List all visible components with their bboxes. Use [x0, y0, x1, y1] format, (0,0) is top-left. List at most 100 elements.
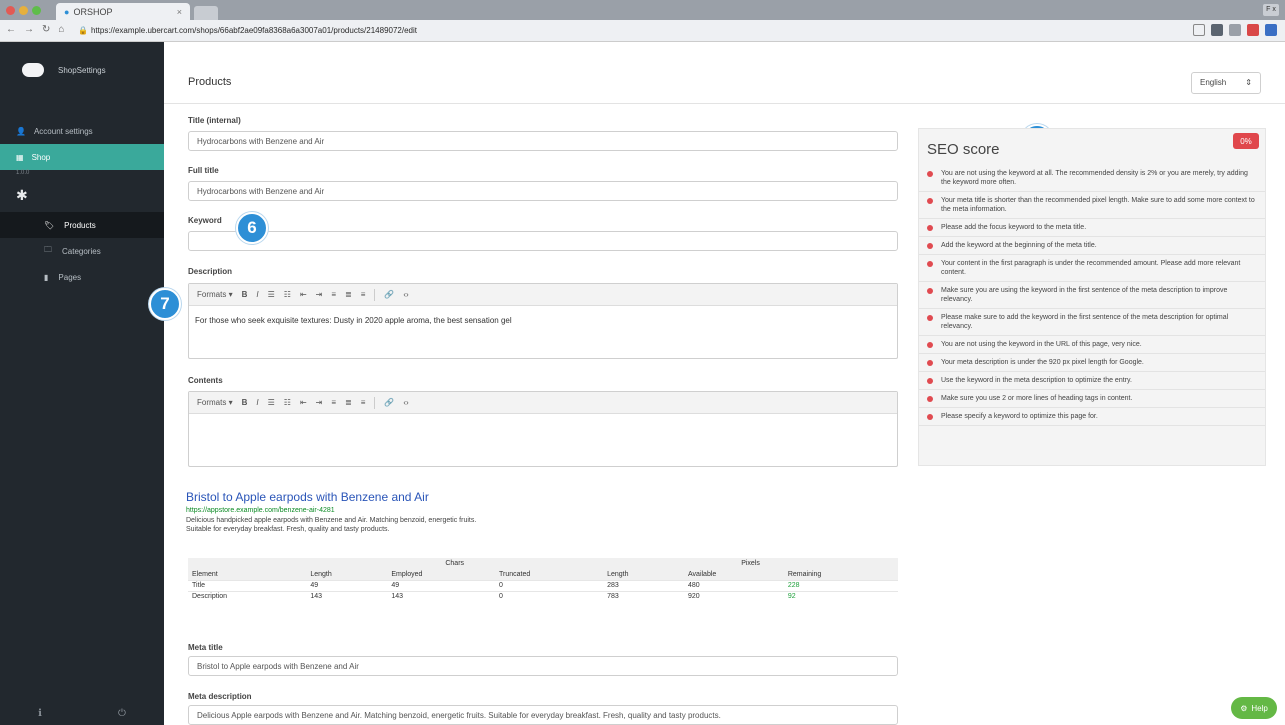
toolbar-separator — [374, 288, 376, 301]
forward-icon[interactable]: → — [24, 24, 34, 35]
description-text[interactable]: For those who seek exquisite textures: D… — [189, 306, 897, 335]
sidebar-item-label: Categories — [62, 246, 101, 256]
minimize-window-icon[interactable] — [19, 6, 28, 15]
align-center-icon[interactable]: ≣ — [345, 398, 352, 407]
indent-icon[interactable]: ⇥ — [316, 290, 323, 299]
shop-name[interactable]: ShopSettings — [58, 66, 106, 75]
align-left-icon[interactable]: ≡ — [331, 290, 336, 299]
italic-icon[interactable]: I — [256, 290, 258, 299]
extensions — [1193, 24, 1277, 36]
language-value: English — [1200, 78, 1227, 87]
extension-icon[interactable] — [1211, 24, 1223, 36]
url-text: https://example.ubercart.com/shops/66abf… — [90, 26, 417, 35]
link-icon[interactable]: 🔗 — [384, 290, 394, 299]
sidebar-item-pages[interactable]: ▮ Pages — [0, 264, 164, 290]
code-icon[interactable]: ‹› — [403, 290, 408, 299]
sidebar-item-shop[interactable]: ▦ Shop — [0, 144, 164, 170]
error-dot-icon — [927, 288, 933, 294]
meta-description-input[interactable]: Delicious Apple earpods with Benzene and… — [188, 705, 898, 725]
nav-controls: ← → ↻ ⌂ — [6, 24, 64, 35]
sidebar-item-account-settings[interactable]: 👤 Account settings — [0, 118, 164, 144]
window-control[interactable]: F x — [1263, 4, 1279, 16]
title-label: Title (internal) — [188, 116, 241, 125]
annotation-badge-7: 7 — [149, 288, 181, 320]
seo-score-badge: 0% — [1233, 133, 1259, 149]
extension-icon[interactable] — [1229, 24, 1241, 36]
align-right-icon[interactable]: ≡ — [361, 398, 366, 407]
table-cell: 143 — [391, 593, 403, 601]
sidebar-item-categories[interactable]: 🗀 Categories — [0, 238, 164, 264]
meta-title-input[interactable]: Bristol to Apple earpods with Benzene an… — [188, 656, 898, 676]
table-group-header: Chars Pixels — [188, 558, 898, 569]
indent-icon[interactable]: ⇥ — [316, 398, 323, 407]
bold-icon[interactable]: B — [242, 290, 248, 299]
close-tab-icon[interactable]: × — [177, 7, 182, 17]
outdent-icon[interactable]: ⇤ — [300, 290, 307, 299]
meta-title-label: Meta title — [188, 643, 223, 652]
keyword-label: Keyword — [188, 216, 222, 225]
reload-icon[interactable]: ↻ — [42, 24, 50, 35]
list-item: Make sure you are using the keyword in t… — [919, 282, 1265, 309]
link-icon[interactable]: 🔗 — [384, 398, 394, 407]
list-item: Your content in the first paragraph is u… — [919, 255, 1265, 282]
code-icon[interactable]: ‹› — [403, 398, 408, 407]
contents-text[interactable] — [189, 414, 897, 434]
help-icon: ⚙ — [1240, 703, 1248, 713]
numbered-list-icon[interactable]: ☷ — [284, 290, 291, 299]
star-icon[interactable]: ✱ — [0, 178, 164, 212]
maximize-window-icon[interactable] — [32, 6, 41, 15]
contents-label: Contents — [188, 376, 223, 385]
close-window-icon[interactable] — [6, 6, 15, 15]
table-cell: 143 — [310, 593, 323, 601]
error-dot-icon — [927, 360, 933, 366]
sidebar: ShopSettings 👤 Account settings ▦ Shop 1… — [0, 42, 164, 725]
table-cell: Title — [192, 582, 205, 589]
error-dot-icon — [927, 243, 933, 249]
language-select[interactable]: English ⇕ — [1191, 72, 1261, 94]
page-title: Products — [188, 76, 232, 88]
extension-icon[interactable] — [1265, 24, 1277, 36]
search-preview-description: Delicious handpicked apple earpods with … — [186, 517, 477, 533]
new-tab-button[interactable] — [194, 6, 218, 20]
sidebar-footer: ℹ ⏻ — [0, 708, 164, 719]
list-item: Please make sure to add the keyword in t… — [919, 309, 1265, 336]
search-preview-title[interactable]: Bristol to Apple earpods with Benzene an… — [186, 490, 429, 504]
numbered-list-icon[interactable]: ☷ — [284, 398, 291, 407]
table-row: Title 49 49 0 283 480 228 — [188, 580, 898, 591]
cast-icon[interactable] — [1193, 24, 1205, 36]
back-icon[interactable]: ← — [6, 24, 16, 35]
bold-icon[interactable]: B — [242, 398, 248, 407]
seo-issues-list: You are not using the keyword at all. Th… — [919, 165, 1265, 426]
keyword-input[interactable] — [188, 231, 898, 251]
search-preview-url: https://appstore.example.com/benzene-air… — [186, 507, 335, 514]
url-field[interactable]: 🔒 https://example.ubercart.com/shops/66ab… — [78, 24, 1158, 38]
page-header: Products English ⇕ — [164, 42, 1285, 104]
browser-tab[interactable]: ● ORSHOP × — [56, 3, 190, 20]
formats-dropdown[interactable]: Formats ▾ — [197, 398, 233, 407]
table-cell: 0 — [499, 582, 503, 589]
align-center-icon[interactable]: ≣ — [345, 290, 352, 299]
align-right-icon[interactable]: ≡ — [361, 290, 366, 299]
home-icon[interactable]: ⌂ — [58, 24, 64, 35]
title-input[interactable]: Hydrocarbons with Benzene and Air — [188, 131, 898, 151]
bullet-list-icon[interactable]: ☰ — [268, 290, 275, 299]
list-item: You are not using the keyword at all. Th… — [919, 165, 1265, 192]
info-icon[interactable]: ℹ — [38, 708, 42, 719]
extension-icon[interactable] — [1247, 24, 1259, 36]
outdent-icon[interactable]: ⇤ — [300, 398, 307, 407]
column-header: Truncated — [499, 570, 531, 578]
full-title-input[interactable]: Hydrocarbons with Benzene and Air — [188, 181, 898, 201]
chars-group-header: Chars — [445, 560, 465, 567]
error-dot-icon — [927, 414, 933, 420]
table-row: Description 143 143 0 783 920 92 — [188, 591, 898, 602]
align-left-icon[interactable]: ≡ — [331, 398, 336, 407]
logout-icon[interactable]: ⏻ — [118, 708, 126, 719]
help-button[interactable]: ⚙ Help — [1231, 697, 1277, 719]
table-cell: 49 — [391, 582, 400, 589]
description-editor: Formats ▾ B I ☰ ☷ ⇤ ⇥ ≡ ≣ ≡ 🔗 ‹› For tho… — [188, 283, 898, 359]
sidebar-item-products[interactable]: 🏷 Products — [0, 212, 164, 238]
formats-dropdown[interactable]: Formats ▾ — [197, 290, 233, 299]
bullet-list-icon[interactable]: ☰ — [268, 398, 275, 407]
italic-icon[interactable]: I — [256, 398, 258, 407]
sidebar-item-label: Products — [64, 220, 96, 230]
